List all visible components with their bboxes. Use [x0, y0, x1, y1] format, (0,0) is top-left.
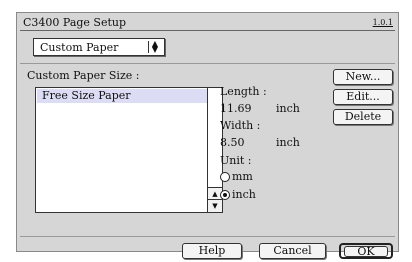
unit-mm-label: mm [232, 170, 253, 183]
footer-divider [20, 236, 395, 237]
custom-paper-size-label: Custom Paper Size : [27, 69, 140, 82]
dialog-title: C3400 Page Setup [23, 16, 127, 29]
select-arrows-icon: ▲ ▼ [148, 40, 161, 54]
edit-button[interactable]: Edit... [333, 89, 393, 105]
cancel-button[interactable]: Cancel [259, 243, 326, 259]
ok-button[interactable]: OK [344, 246, 388, 257]
paper-type-select[interactable]: Custom Paper ▲ ▼ [33, 38, 165, 56]
new-button[interactable]: New... [333, 69, 393, 85]
paper-type-select-value: Custom Paper [40, 41, 119, 54]
length-label: Length : [220, 85, 267, 98]
page-setup-dialog: C3400 Page Setup 1.0.1 Custom Paper ▲ ▼ C… [16, 12, 399, 259]
length-value: 11.69 [220, 102, 252, 115]
version-label: 1.0.1 [372, 18, 393, 27]
unit-radio-inch[interactable]: inch [220, 188, 256, 202]
length-unit: inch [276, 102, 300, 115]
help-button[interactable]: Help [182, 243, 242, 259]
unit-inch-label: inch [232, 188, 256, 201]
width-label: Width : [220, 119, 261, 132]
list-item[interactable]: Free Size Paper [37, 89, 207, 103]
radio-selected-icon [220, 190, 230, 200]
unit-label: Unit : [220, 154, 252, 167]
custom-paper-list[interactable]: Free Size Paper ▲ ▼ [35, 87, 223, 213]
unit-radio-mm[interactable]: mm [220, 170, 253, 184]
radio-icon [220, 172, 230, 182]
title-divider [20, 30, 395, 31]
section-divider [20, 63, 395, 64]
delete-button[interactable]: Delete [333, 109, 393, 125]
width-value: 8.50 [220, 136, 245, 149]
width-unit: inch [276, 136, 300, 149]
